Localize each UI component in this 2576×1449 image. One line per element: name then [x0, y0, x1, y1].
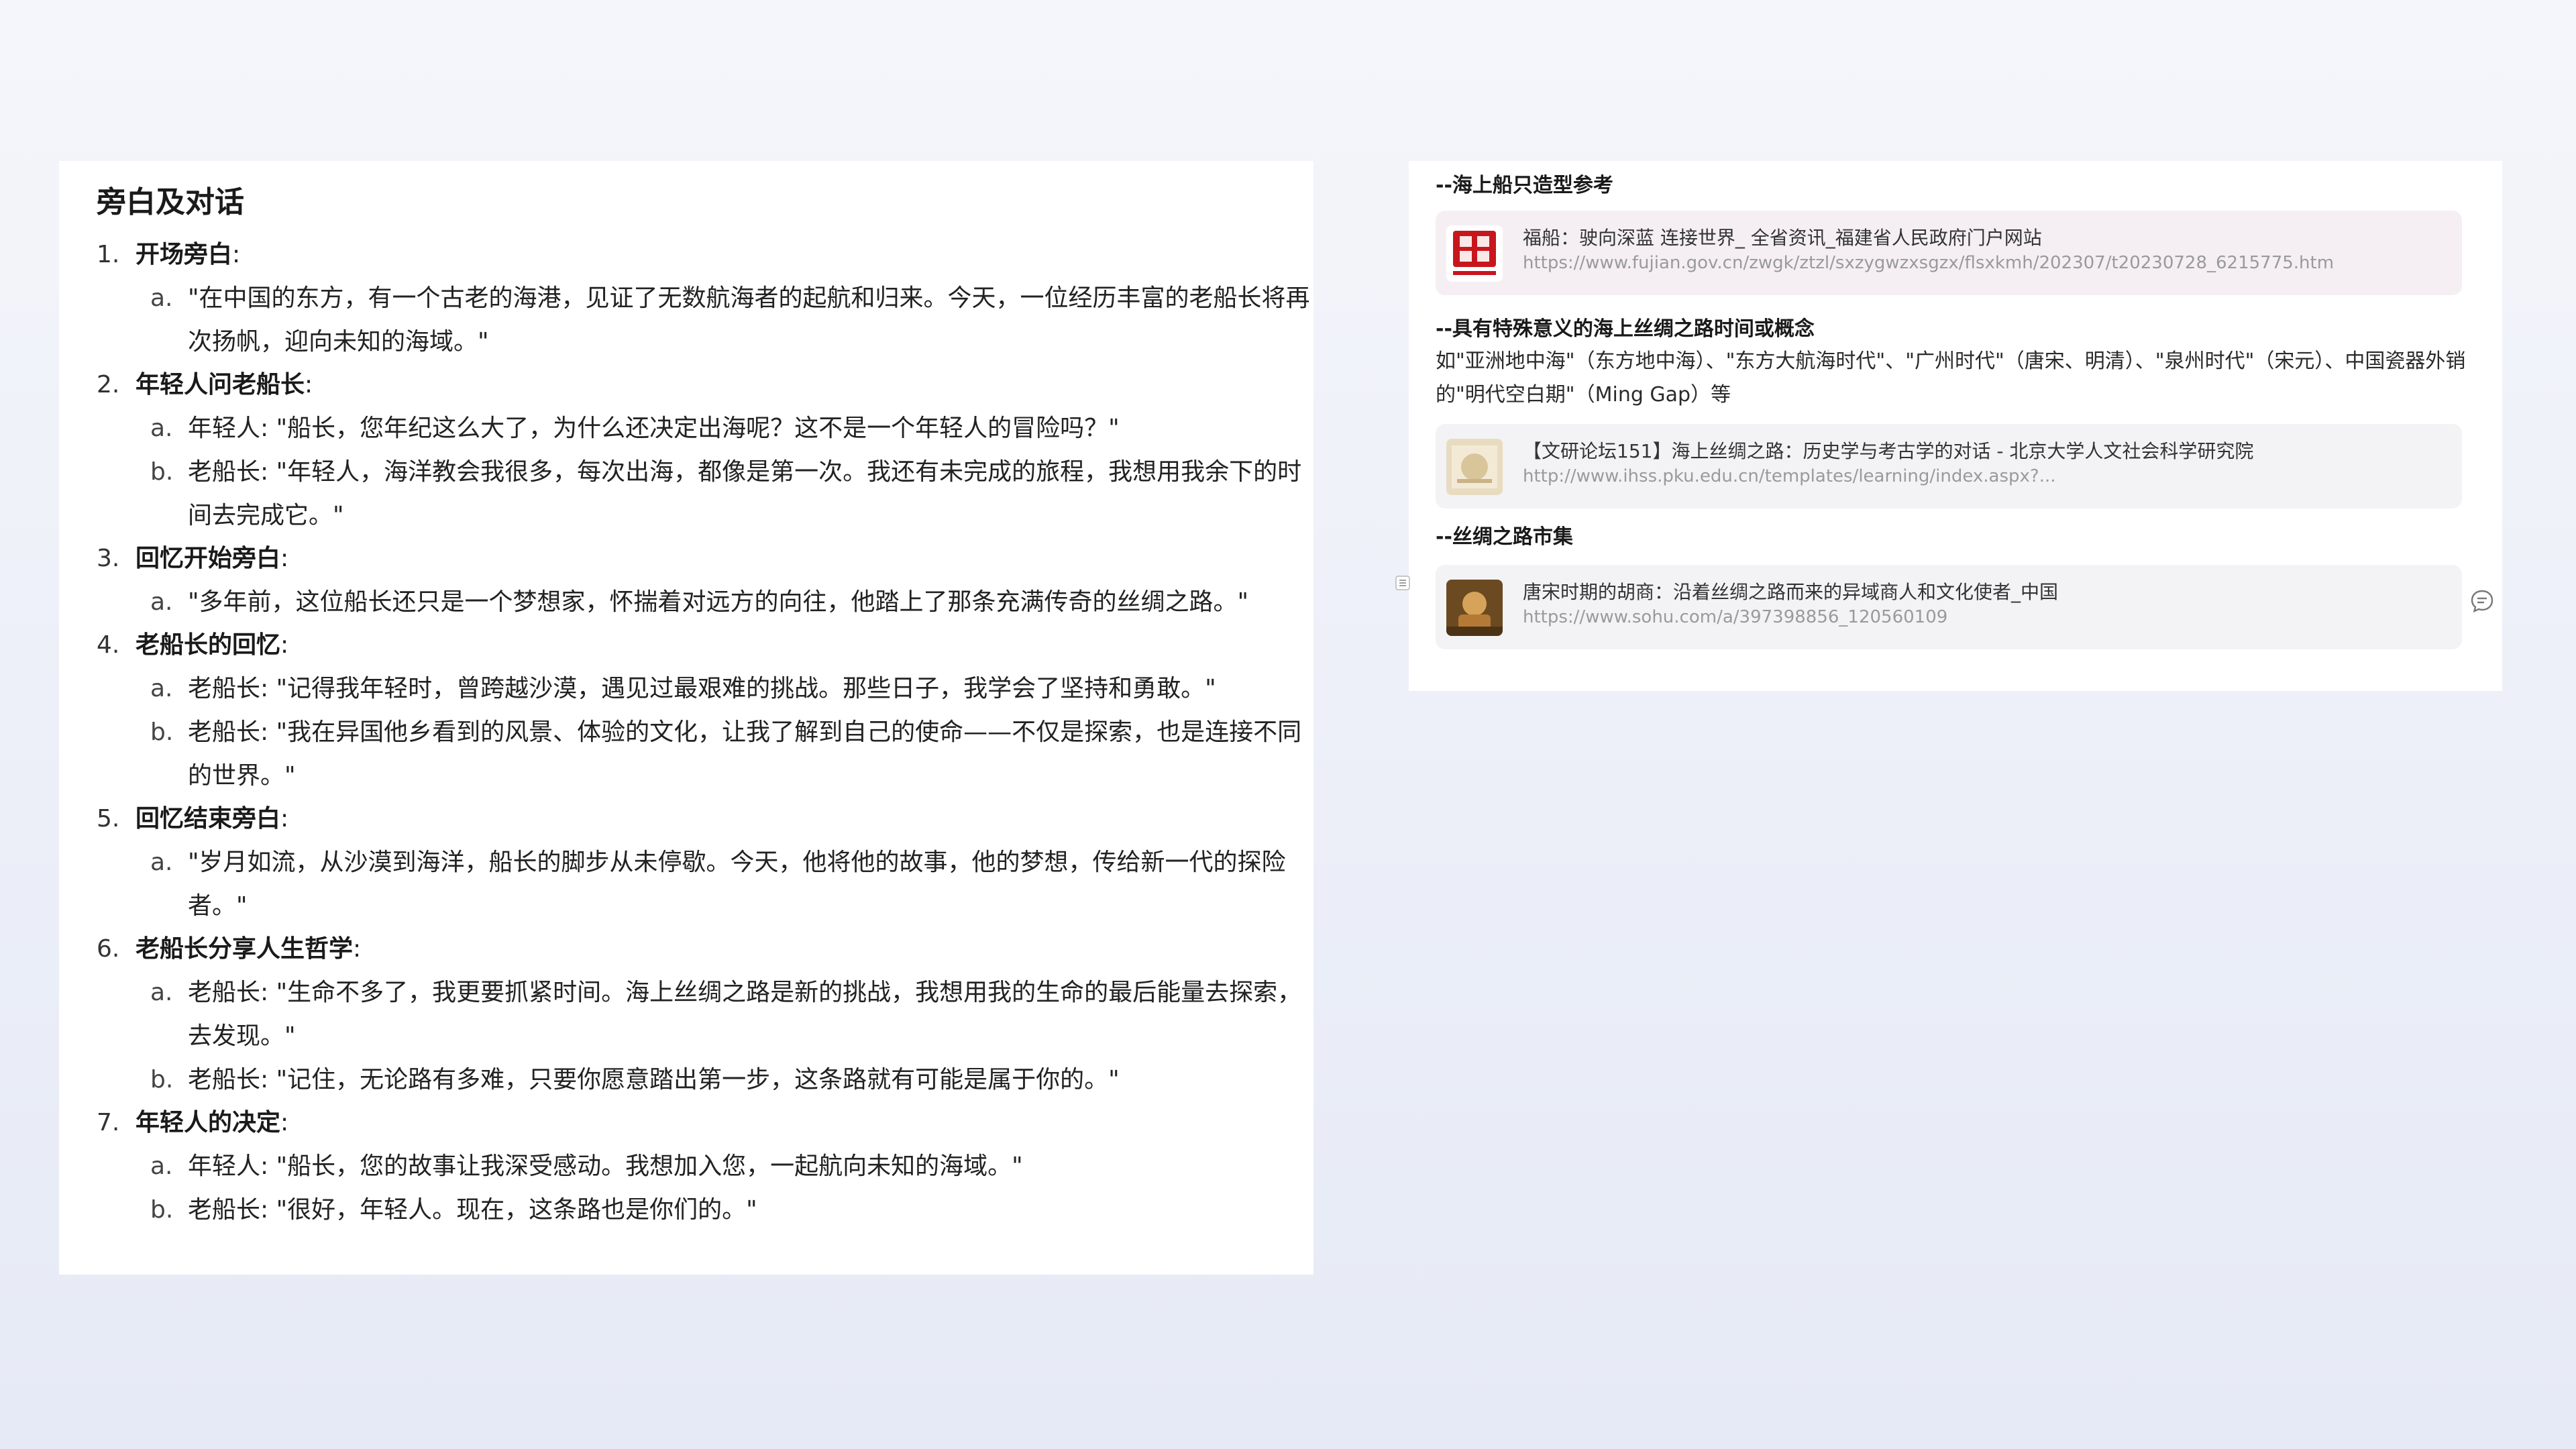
dialogue-line: a. "多年前，这位船长还只是一个梦想家，怀揣着对远方的向往，他踏上了那条充满传奇… [97, 580, 1311, 624]
section-title: 老船长分享人生哲学 [136, 935, 354, 963]
card-url: https://www.sohu.com/a/397398856_1205601… [1523, 607, 1948, 627]
card-url: http://www.ihss.pku.edu.cn/templates/lea… [1523, 466, 2056, 486]
section-title: 年轻人的决定 [136, 1109, 281, 1136]
ship-reference-heading: --海上船只造型参考 [1436, 174, 1613, 197]
section-number: 1. [97, 241, 120, 268]
comment-icon[interactable] [2469, 588, 2496, 614]
line-text: 年轻人: "船长，您的故事让我深受感动。我想加入您，一起航向未知的海域。" [188, 1152, 1023, 1180]
dialogue-line: a. 老船长: "记得我年轻时，曾跨越沙漠，遇见过最艰难的挑战。那些日子，我学会了… [97, 667, 1311, 710]
drag-handle-icon[interactable] [1395, 576, 1410, 590]
line-marker: a. [150, 284, 173, 312]
dialogue-line: b. 老船长: "年轻人，海洋教会我很多，每次出海，都像是第一次。我还有未完成的旅… [97, 450, 1311, 537]
section-colon: : [280, 631, 289, 659]
line-marker: a. [150, 675, 173, 702]
sohu-article-link-card[interactable]: 唐宋时期的胡商：沿着丝绸之路而来的异域商人和文化使者_中国 https://ww… [1436, 565, 2462, 649]
dialogue-line: a. 年轻人: "船长，您的故事让我深受感动。我想加入您，一起航向未知的海域。" [97, 1144, 1311, 1188]
line-text: "岁月如流，从沙漠到海洋，船长的脚步从未停歇。今天，他将他的故事，他的梦想，传给… [188, 849, 1286, 920]
fujian-gov-logo-icon [1446, 225, 1503, 282]
section-number: 7. [97, 1109, 120, 1136]
section-number: 6. [97, 935, 120, 963]
pku-ihss-link-card[interactable]: 【文研论坛151】海上丝绸之路：历史学与考古学的对话 - 北京大学人文社会科学研… [1436, 424, 2462, 508]
dialogue-list: 1. 开场旁白: a. "在中国的东方，有一个古老的海港，见证了无数航海者的起航和归来… [97, 233, 1313, 1232]
dialogue-line: b. 老船长: "我在异国他乡看到的风景、体验的文化，让我了解到自己的使命——不仅… [97, 710, 1311, 798]
line-marker: a. [150, 849, 173, 876]
section-title: 回忆开始旁白 [136, 545, 281, 572]
card-title: 唐宋时期的胡商：沿着丝绸之路而来的异域商人和文化使者_中国 [1523, 581, 2059, 603]
pku-ihss-thumbnail-icon [1446, 439, 1503, 495]
section-title: 回忆结束旁白 [136, 805, 281, 833]
concept-description: 如"亚洲地中海"（东方地中海）、"东方大航海时代"、"广州时代"（唐宋、明清）、… [1436, 350, 2466, 407]
section-heading: 1. 开场旁白: [97, 233, 1313, 276]
section-colon: : [280, 545, 289, 572]
section-heading: 7. 年轻人的决定: [97, 1102, 1313, 1144]
line-marker: a. [150, 415, 173, 442]
card-title: 福船：驶向深蓝 连接世界_ 全省资讯_福建省人民政府门户网站 [1523, 227, 2042, 249]
section-title: 年轻人问老船长 [136, 371, 305, 398]
dialogue-line: a. "在中国的东方，有一个古老的海港，见证了无数航海者的起航和归来。今天，一位经… [97, 276, 1311, 364]
dialogue-section: 1. 开场旁白: a. "在中国的东方，有一个古老的海港，见证了无数航海者的起航和归来… [97, 233, 1313, 364]
line-text: 老船长: "记住，无论路有多难，只要你愿意踏出第一步，这条路就有可能是属于你的。… [188, 1066, 1120, 1093]
line-marker: a. [150, 1152, 173, 1180]
dialogue-line: a. 老船长: "生命不多了，我更要抓紧时间。海上丝绸之路是新的挑战，我想用我的生… [97, 971, 1311, 1058]
dialogue-section: 6. 老船长分享人生哲学: a. 老船长: "生命不多了，我更要抓紧时间。海上丝绸之路… [97, 928, 1313, 1102]
line-marker: a. [150, 979, 173, 1006]
card-title: 【文研论坛151】海上丝绸之路：历史学与考古学的对话 - 北京大学人文社会科学研… [1523, 440, 2254, 462]
section-number: 4. [97, 631, 120, 659]
section-colon: : [232, 241, 241, 268]
dialogue-section: 4. 老船长的回忆: a. 老船长: "记得我年轻时，曾跨越沙漠，遇见过最艰难的挑战。… [97, 624, 1313, 798]
sohu-article-thumbnail-icon [1446, 580, 1503, 636]
dialogue-section: 3. 回忆开始旁白: a. "多年前，这位船长还只是一个梦想家，怀揣着对远方的向往，他… [97, 537, 1313, 624]
line-text: 年轻人: "船长，您年纪这么大了，为什么还决定出海呢？这不是一个年轻人的冒险吗？… [188, 415, 1120, 442]
section-colon: : [353, 935, 362, 963]
section-heading: 4. 老船长的回忆: [97, 624, 1313, 667]
section-heading: 2. 年轻人问老船长: [97, 364, 1313, 407]
line-marker: a. [150, 588, 173, 616]
line-text: "多年前，这位船长还只是一个梦想家，怀揣着对远方的向往，他踏上了那条充满传奇的丝… [188, 588, 1249, 616]
dialogue-line: a. 年轻人: "船长，您年纪这么大了，为什么还决定出海呢？这不是一个年轻人的冒险… [97, 407, 1311, 450]
line-text: 老船长: "年轻人，海洋教会我很多，每次出海，都像是第一次。我还有未完成的旅程，… [188, 458, 1302, 529]
section-title: 开场旁白 [136, 241, 233, 268]
section-colon: : [305, 371, 313, 398]
section-title: 老船长的回忆 [136, 631, 281, 659]
card-url: https://www.fujian.gov.cn/zwgk/ztzl/sxzy… [1523, 253, 2334, 273]
dialogue-line: a. "岁月如流，从沙漠到海洋，船长的脚步从未停歇。今天，他将他的故事，他的梦想，… [97, 841, 1311, 928]
line-marker: b. [150, 1066, 174, 1093]
section-colon: : [280, 805, 289, 833]
line-marker: b. [150, 718, 174, 746]
section-number: 3. [97, 545, 120, 572]
section-colon: : [280, 1109, 289, 1136]
dialogue-line: b. 老船长: "记住，无论路有多难，只要你愿意踏出第一步，这条路就有可能是属于你… [97, 1058, 1311, 1102]
dialogue-line: b. 老船长: "很好，年轻人。现在，这条路也是你们的。" [97, 1188, 1311, 1232]
line-text: "在中国的东方，有一个古老的海港，见证了无数航海者的起航和归来。今天，一位经历丰… [188, 284, 1310, 356]
section-number: 2. [97, 371, 120, 398]
dialogue-section: 2. 年轻人问老船长: a. 年轻人: "船长，您年纪这么大了，为什么还决定出海呢？这… [97, 364, 1313, 537]
section-heading: 6. 老船长分享人生哲学: [97, 928, 1313, 971]
silk-road-market-heading: --丝绸之路市集 [1436, 525, 1573, 549]
line-text: 老船长: "生命不多了，我更要抓紧时间。海上丝绸之路是新的挑战，我想用我的生命的… [188, 979, 1302, 1050]
line-text: 老船长: "我在异国他乡看到的风景、体验的文化，让我了解到自己的使命——不仅是探… [188, 718, 1302, 790]
section-number: 5. [97, 805, 120, 833]
line-text: 老船长: "记得我年轻时，曾跨越沙漠，遇见过最艰难的挑战。那些日子，我学会了坚持… [188, 675, 1216, 702]
dialogue-section: 7. 年轻人的决定: a. 年轻人: "船长，您的故事让我深受感动。我想加入您，一起航… [97, 1102, 1313, 1232]
dialogue-section: 5. 回忆结束旁白: a. "岁月如流，从沙漠到海洋，船长的脚步从未停歇。今天，他将他… [97, 798, 1313, 928]
dialogue-document-panel: 旁白及对话 1. 开场旁白: a. "在中国的东方，有一个古老的海港，见证了无数航海者… [59, 161, 1313, 1275]
line-marker: b. [150, 1196, 174, 1224]
silk-road-concept-heading: --具有特殊意义的海上丝绸之路时间或概念 [1436, 317, 1815, 341]
page-title: 旁白及对话 [97, 185, 244, 219]
reference-panel: --海上船只造型参考 福船：驶向深蓝 连接世界_ 全省资讯_福建省人民政府门户网… [1395, 161, 2502, 691]
section-heading: 3. 回忆开始旁白: [97, 537, 1313, 580]
fujian-gov-link-card[interactable]: 福船：驶向深蓝 连接世界_ 全省资讯_福建省人民政府门户网站 https://w… [1436, 211, 2462, 295]
section-heading: 5. 回忆结束旁白: [97, 798, 1313, 841]
line-marker: b. [150, 458, 174, 486]
line-text: 老船长: "很好，年轻人。现在，这条路也是你们的。" [188, 1196, 757, 1224]
